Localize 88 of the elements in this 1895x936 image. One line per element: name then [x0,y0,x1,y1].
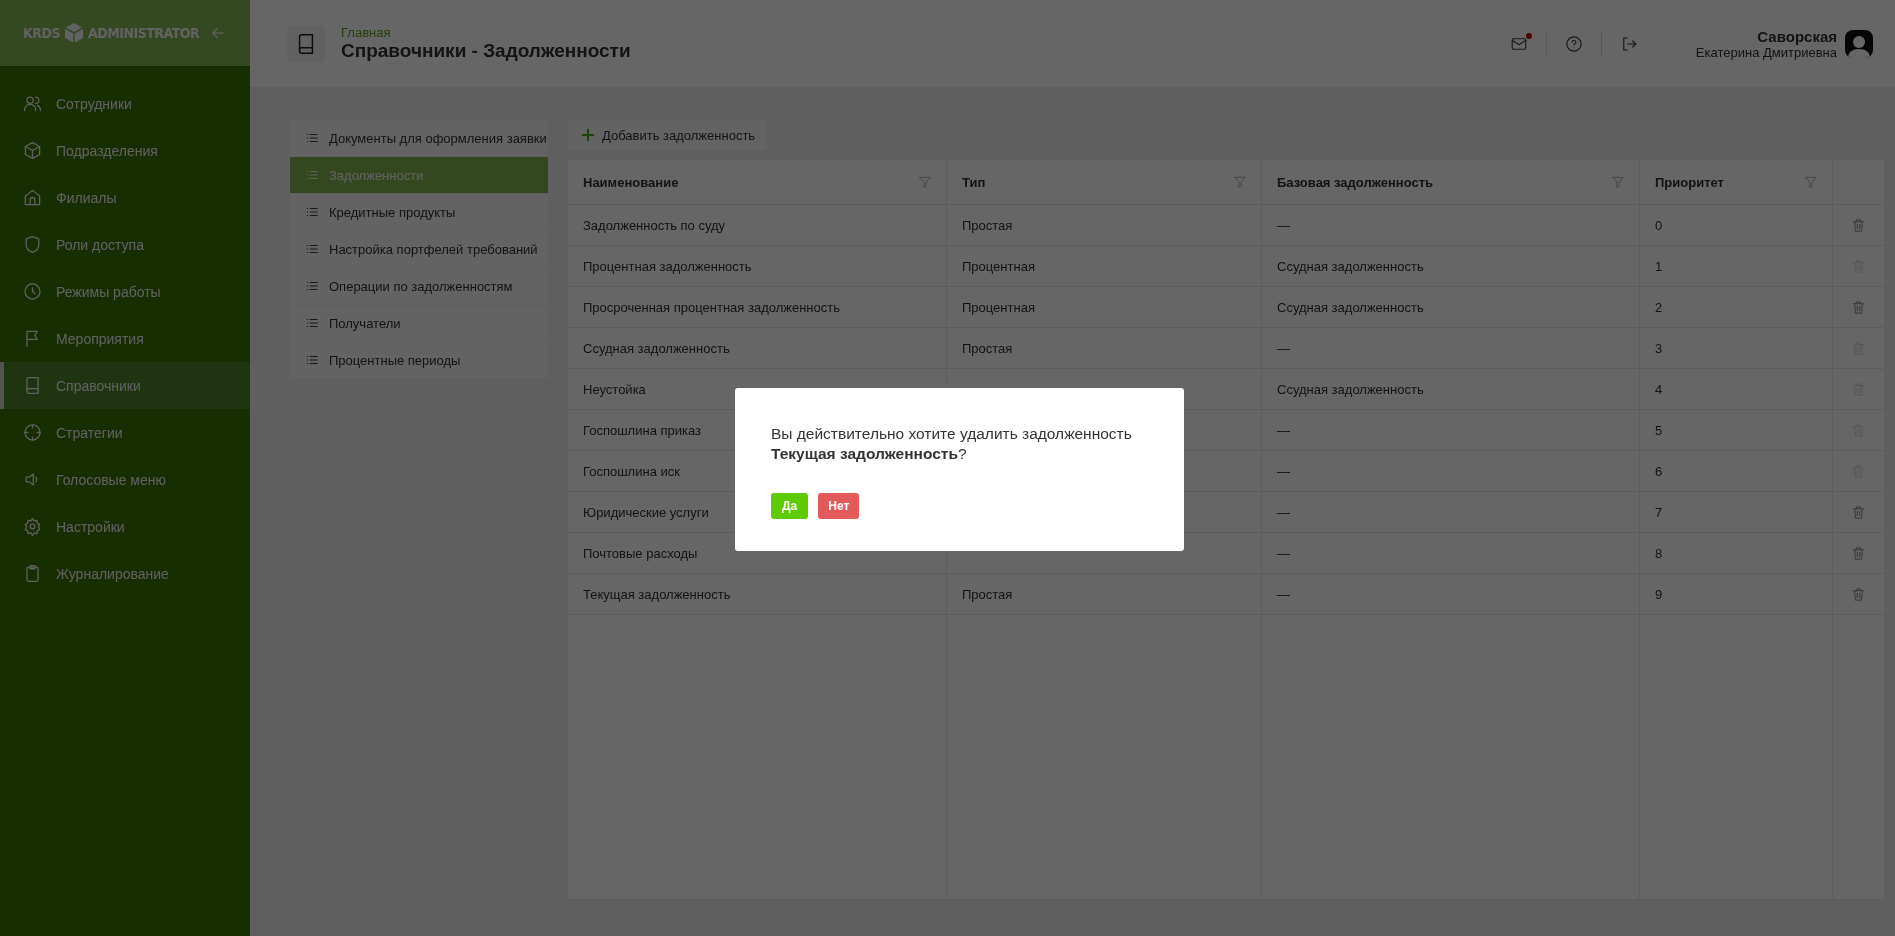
trash-icon[interactable] [1851,504,1866,520]
book-icon [23,376,42,395]
table-cell: — [1262,492,1640,533]
submenu-item[interactable]: Получатели [290,305,548,342]
sidebar-item[interactable]: Режимы работы [0,268,250,315]
table-cell: — [1262,451,1640,492]
clock-icon [23,282,42,301]
add-debt-button[interactable]: Добавить задолженность [568,120,768,150]
list-icon [305,279,319,293]
table-cell: 6 [1640,451,1833,492]
table-cell: 9 [1640,574,1833,615]
sidebar-item[interactable]: Журналирование [0,550,250,597]
trash-icon[interactable] [1851,545,1866,561]
table-cell: 2 [1640,287,1833,328]
table-cell: Ссудная задолженность [568,328,947,369]
submenu-item[interactable]: Кредитные продукты [290,194,548,231]
logo-text: ADMINISTRATOR [88,25,200,41]
table-cell: Процентная задолженность [568,246,947,287]
submenu-item[interactable]: Настройка портфелей требований [290,231,548,268]
filter-icon[interactable] [918,175,932,189]
user-name: Екатерина Дмитриевна [1695,44,1837,60]
table-cell: Простая [947,574,1262,615]
column-header: Базовая задолженность [1262,160,1640,205]
sidebar-item[interactable]: Подразделения [0,127,250,174]
table-cell: — [1262,410,1640,451]
table-cell: Текущая задолженность [568,574,947,615]
avatar-silhouette[interactable] [1845,29,1873,58]
table-cell: — [1262,533,1640,574]
submenu-item[interactable]: Процентные периоды [290,342,548,379]
sidebar-item[interactable]: Роли доступа [0,221,250,268]
user-surname: Саворская [1757,27,1837,45]
table-cell: Процентная [947,246,1262,287]
trash-icon[interactable] [1851,299,1866,315]
table-cell: 5 [1640,410,1833,451]
sidebar-item[interactable]: Голосовые меню [0,456,250,503]
list-icon [305,242,319,256]
table-cell: 1 [1640,246,1833,287]
shield-icon [23,235,42,254]
column-header: Приоритет [1640,160,1833,205]
gear-icon [23,517,42,536]
sidebar-item[interactable]: Справочники [0,362,250,409]
trash-icon[interactable] [1851,217,1866,233]
table-cell: 4 [1640,369,1833,410]
filter-icon[interactable] [1611,175,1625,189]
submenu-item[interactable]: Операции по задолженностям [290,268,548,305]
sidebar-item[interactable]: Настройки [0,503,250,550]
table-cell: 8 [1640,533,1833,574]
sidebar-item[interactable]: Стратегии [0,409,250,456]
list-icon [305,168,319,182]
list-icon [305,131,319,145]
house-icon [23,188,42,207]
confirm-button[interactable]: Да [771,492,809,519]
table-cell: Процентная [947,287,1262,328]
users-icon [23,94,42,113]
sidebar-item[interactable]: Мероприятия [0,315,250,362]
table-cell: Задолженность по суду [568,205,947,246]
table-cell: Простая [947,328,1262,369]
logo-text: KRDS [23,25,60,41]
table-cell: — [1262,328,1640,369]
page-icon [287,24,325,63]
table-cell: Простая [947,205,1262,246]
list-icon [305,205,319,219]
table-cell: Ссудная задолженность [1262,369,1640,410]
list-icon [305,316,319,330]
table-cell: Просроченная процентная задолженность [568,287,947,328]
submenu-item[interactable]: Задолженности [290,157,548,194]
column-header: Наименование [568,160,947,205]
table-cell: Ссудная задолженность [1262,287,1640,328]
page-title: Справочники - Задолженности [341,40,631,62]
trash-icon[interactable] [1851,586,1866,602]
filter-icon[interactable] [1804,175,1818,189]
table-cell: — [1262,574,1640,615]
table-cell: — [1262,205,1640,246]
plus-icon [582,129,594,141]
table-cell: Ссудная задолженность [1262,246,1640,287]
clipboard-icon [23,564,42,583]
filter-icon[interactable] [1233,175,1247,189]
cancel-button[interactable]: Нет [818,492,860,519]
cube-icon [23,141,42,160]
sidebar-item[interactable]: Сотрудники [0,80,250,127]
sidebar-item[interactable]: Филиалы [0,174,250,221]
breadcrumb-link[interactable]: Главная [341,25,631,40]
list-icon [305,353,319,367]
crosshair-icon [23,423,42,442]
table-cell: 7 [1640,492,1833,533]
table-cell: 3 [1640,328,1833,369]
column-header: Тип [947,160,1262,205]
table-cell: 0 [1640,205,1833,246]
